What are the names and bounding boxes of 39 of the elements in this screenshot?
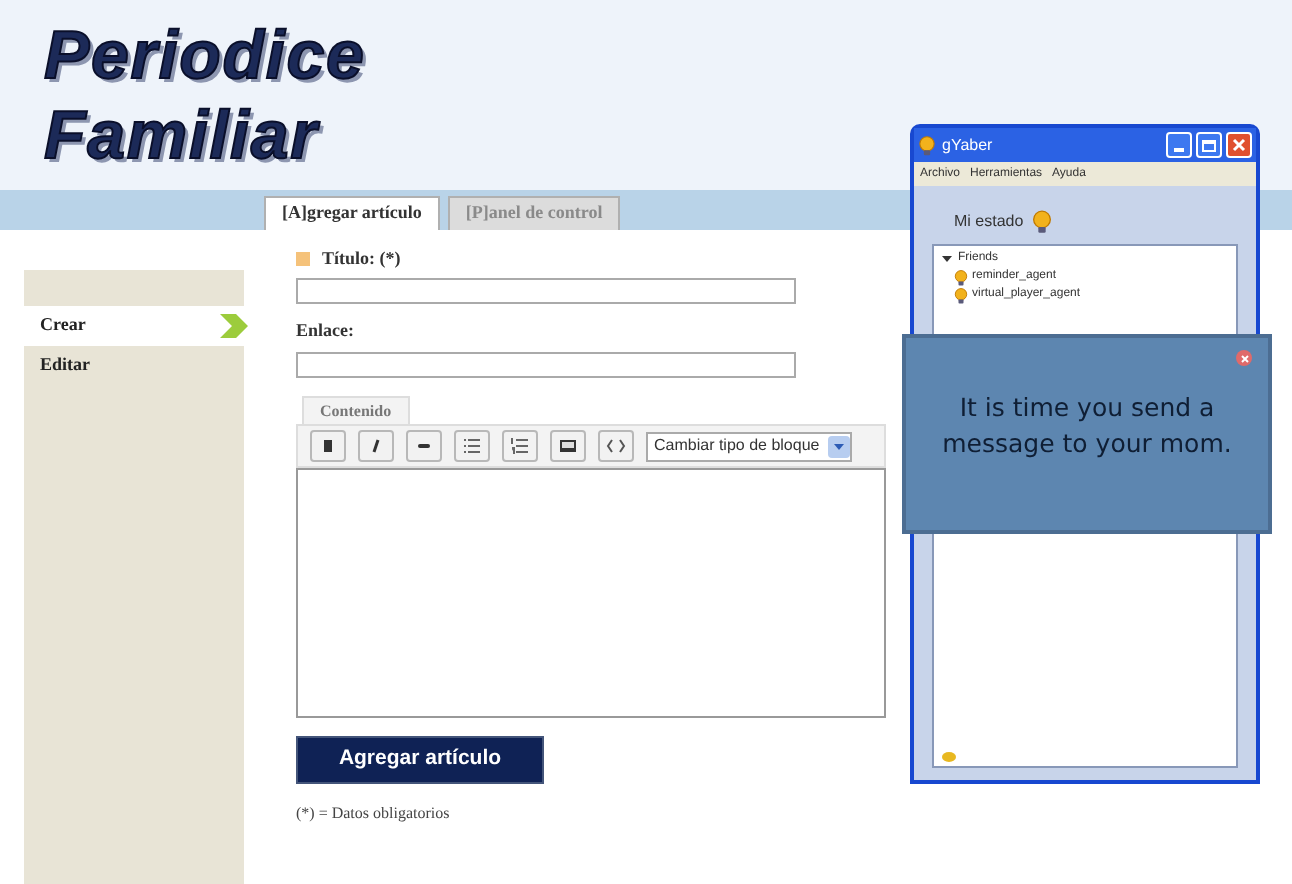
title-label: Título: (*) bbox=[322, 246, 401, 272]
maximize-button[interactable] bbox=[1196, 132, 1222, 158]
notification-message: It is time you send a message to your mom. bbox=[940, 390, 1234, 462]
close-button[interactable] bbox=[1236, 350, 1252, 366]
link-label: Enlace: bbox=[296, 317, 356, 343]
numbered-list-icon bbox=[510, 436, 530, 456]
bullet-list-icon bbox=[462, 436, 482, 456]
required-note: (*) = Datos obligatorios bbox=[296, 802, 452, 826]
italic-button[interactable] bbox=[358, 430, 394, 462]
lightbulb-icon bbox=[918, 135, 936, 155]
tab[interactable]: [A]gregar artículo bbox=[264, 196, 440, 230]
window-title: gYaber bbox=[942, 133, 993, 157]
title-input[interactable] bbox=[296, 277, 796, 303]
block-type-select[interactable]: Cambiar tipo de bloque bbox=[646, 431, 852, 461]
site-title: Familiar bbox=[44, 96, 319, 176]
submit-button[interactable]: Agregar artículo bbox=[296, 736, 544, 784]
close-icon bbox=[1239, 353, 1249, 363]
chevron-icon bbox=[220, 312, 248, 340]
close-icon bbox=[1232, 138, 1246, 152]
content-tab[interactable]: Contenido bbox=[302, 396, 410, 424]
expand-arrow-icon[interactable] bbox=[942, 254, 952, 264]
lightbulb-icon bbox=[1031, 210, 1052, 234]
link-button[interactable] bbox=[406, 430, 442, 462]
close-button[interactable] bbox=[1226, 132, 1252, 158]
status-label: Mi estado bbox=[954, 210, 1024, 234]
image-button[interactable] bbox=[550, 430, 586, 462]
bullet-list-button[interactable] bbox=[454, 430, 490, 462]
numbered-list-button[interactable] bbox=[502, 430, 538, 462]
site-title: Periodice bbox=[44, 16, 366, 96]
code-button[interactable] bbox=[598, 430, 634, 462]
square-icon bbox=[296, 252, 310, 267]
status-bar-icon bbox=[942, 752, 956, 762]
image-icon bbox=[558, 436, 578, 456]
code-icon bbox=[606, 436, 626, 456]
sidebar-item[interactable]: Editar bbox=[24, 346, 244, 386]
minimize-button[interactable] bbox=[1166, 132, 1192, 158]
link-input[interactable] bbox=[296, 352, 796, 378]
bold-button[interactable] bbox=[310, 430, 346, 462]
sidebar-item[interactable]: Crear bbox=[24, 306, 244, 346]
